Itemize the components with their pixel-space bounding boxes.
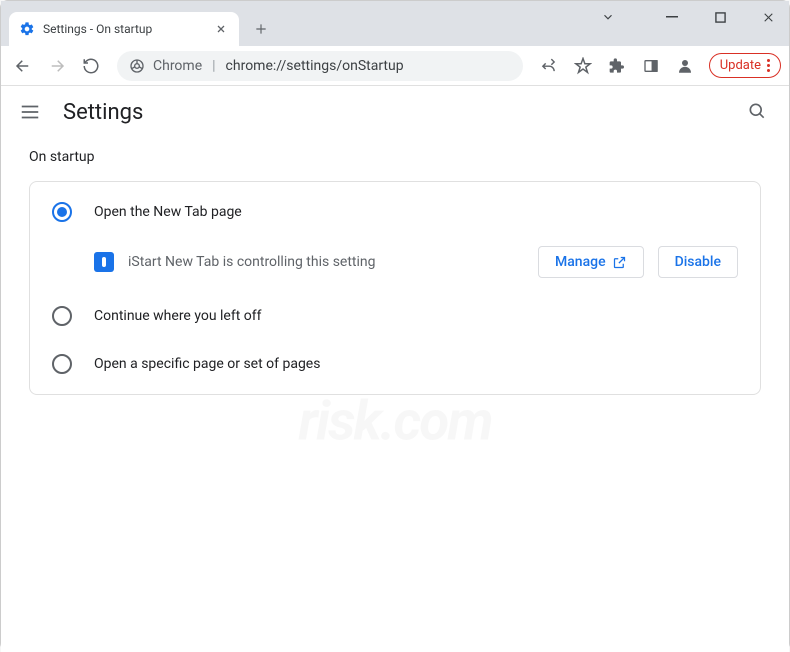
settings-header: Settings <box>1 86 789 139</box>
minimize-button[interactable] <box>657 5 687 29</box>
close-icon[interactable] <box>213 21 229 37</box>
radio-option-specific-pages[interactable]: Open a specific page or set of pages <box>30 340 760 388</box>
omnibox-separator: | <box>212 58 215 74</box>
radio-button[interactable] <box>52 306 72 326</box>
close-window-button[interactable] <box>753 5 783 29</box>
titlebar: Settings - On startup <box>1 1 789 46</box>
extensions-icon[interactable] <box>603 52 631 80</box>
sidepanel-icon[interactable] <box>637 52 665 80</box>
radio-button[interactable] <box>52 354 72 374</box>
omnibox-prefix: Chrome <box>153 58 202 74</box>
browser-tab[interactable]: Settings - On startup <box>9 12 239 46</box>
window-controls <box>593 5 783 29</box>
disable-button[interactable]: Disable <box>658 246 738 278</box>
settings-page: On startup Open the New Tab page iStart … <box>1 139 789 405</box>
gear-icon <box>19 21 35 37</box>
radio-button[interactable] <box>52 202 72 222</box>
manage-button[interactable]: Manage <box>538 246 644 278</box>
address-bar[interactable]: Chrome | chrome://settings/onStartup <box>117 51 523 81</box>
radio-label: Continue where you left off <box>94 308 262 324</box>
radio-option-continue[interactable]: Continue where you left off <box>30 292 760 340</box>
content-area: PCrisk.com Settings On startup Open the … <box>1 86 789 652</box>
extension-controlled-notice: iStart New Tab is controlling this setti… <box>30 236 760 292</box>
update-button[interactable]: Update <box>709 53 781 78</box>
back-button[interactable] <box>9 52 37 80</box>
chevron-down-icon[interactable] <box>593 5 623 29</box>
forward-button[interactable] <box>43 52 71 80</box>
manage-label: Manage <box>555 254 606 270</box>
controlled-text: iStart New Tab is controlling this setti… <box>128 254 524 270</box>
page-title: Settings <box>63 100 143 125</box>
radio-option-new-tab[interactable]: Open the New Tab page <box>30 188 760 236</box>
extension-icon <box>94 252 114 272</box>
external-link-icon <box>612 255 627 270</box>
menu-icon[interactable] <box>19 101 43 125</box>
startup-card: Open the New Tab page iStart New Tab is … <box>29 181 761 395</box>
profile-icon[interactable] <box>671 52 699 80</box>
browser-toolbar: Chrome | chrome://settings/onStartup Upd… <box>1 46 789 86</box>
share-icon[interactable] <box>535 52 563 80</box>
bookmark-icon[interactable] <box>569 52 597 80</box>
new-tab-button[interactable] <box>247 15 275 43</box>
radio-label: Open a specific page or set of pages <box>94 356 320 372</box>
omnibox-url: chrome://settings/onStartup <box>226 58 404 74</box>
more-icon <box>767 59 770 72</box>
chrome-logo-icon <box>129 58 145 74</box>
tab-title: Settings - On startup <box>43 22 152 36</box>
reload-button[interactable] <box>77 52 105 80</box>
disable-label: Disable <box>675 254 721 270</box>
search-icon[interactable] <box>747 101 771 125</box>
maximize-button[interactable] <box>705 5 735 29</box>
section-title: On startup <box>29 149 761 165</box>
update-label: Update <box>720 58 761 73</box>
radio-label: Open the New Tab page <box>94 204 242 220</box>
